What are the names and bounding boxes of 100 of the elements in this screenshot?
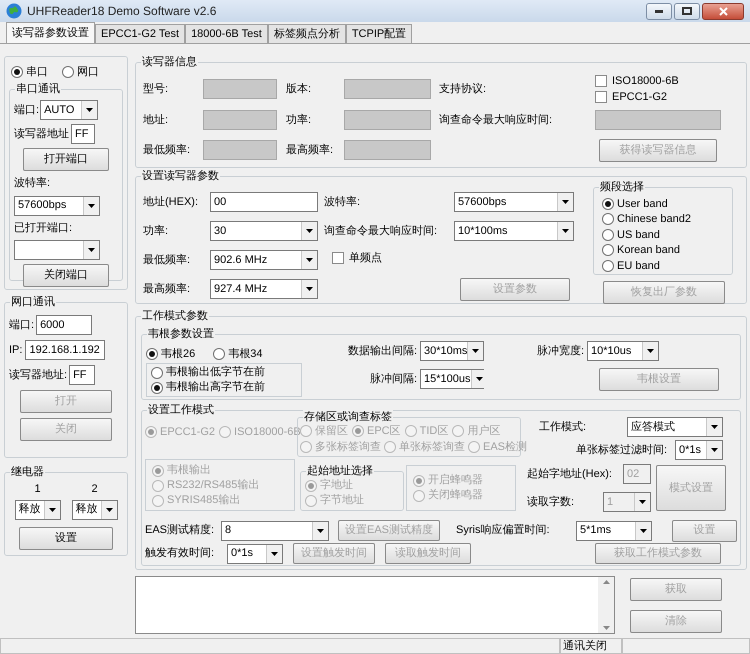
field-label: 读写器地址 (14, 126, 69, 142)
caret-icon (711, 425, 718, 429)
field-label: 1 (34, 482, 41, 497)
tab[interactable]: 18000-6B Test (185, 24, 268, 43)
field-label: 功率: (143, 224, 170, 239)
caret-icon (711, 448, 718, 452)
tab[interactable]: 读写器参数设置 (6, 22, 95, 43)
radio-option[interactable]: 韦根34 (213, 345, 262, 363)
dropdown-field[interactable]: AUTO (40, 100, 98, 120)
dropdown-field[interactable]: 902.6 MHz (210, 250, 318, 270)
field-label: 起始字地址(Hex): (527, 466, 613, 482)
input-field[interactable]: 6000 (36, 315, 92, 335)
close-icon (718, 6, 728, 16)
radio-option[interactable]: Korean band (602, 242, 732, 258)
dropdown-field[interactable]: 30*10ms (420, 341, 484, 361)
input-field[interactable]: 192.168.1.192 (25, 340, 106, 360)
caret-icon (640, 528, 647, 532)
field-label: 版本: (286, 82, 312, 97)
radio-option[interactable]: 韦根输出高字节在前 (151, 380, 301, 395)
group-title: 设置读写器参数 (141, 169, 220, 183)
dropdown-field[interactable]: 释放 (14, 500, 60, 520)
dropdown-field[interactable]: 30 (210, 221, 318, 241)
tab[interactable]: EPCC1-G2 Test (95, 24, 186, 43)
scroll-down-icon (602, 626, 610, 630)
group-title: 起始地址选择 (306, 464, 374, 478)
field-label: 工作模式: (538, 420, 588, 435)
field-label: 脉冲宽度: (536, 344, 584, 359)
field-label: 功率: (286, 112, 312, 128)
dropdown-field[interactable]: 15*100us (420, 369, 484, 389)
field-label: 地址(HEX): (143, 194, 199, 210)
minimize-icon (655, 10, 663, 12)
caret-icon (647, 349, 654, 353)
caret-icon (106, 508, 112, 512)
checkbox-option[interactable]: 单频点 (332, 250, 382, 267)
group-title: 频段选择 (599, 180, 645, 194)
dropdown-field[interactable]: 10*10us (587, 341, 659, 361)
dropdown-field[interactable]: 927.4 MHz (210, 279, 318, 299)
checkbox-option[interactable]: ISO18000-6B (595, 72, 679, 89)
log-textarea[interactable] (135, 576, 615, 634)
caret-icon (562, 229, 569, 233)
scroll-up-icon (602, 580, 610, 584)
radio-option[interactable]: EU band (602, 258, 732, 274)
group-title: 工作模式参数 (141, 309, 209, 323)
input-field[interactable]: FF (71, 124, 95, 144)
close-button[interactable] (702, 2, 744, 20)
caret-icon (48, 508, 56, 512)
checkbox-option[interactable]: EPCC1-G2 (595, 89, 679, 106)
radio-option[interactable]: US band (602, 227, 732, 242)
field-label: 最高频率: (143, 282, 192, 297)
group-title: 串口通讯 (15, 82, 61, 96)
radio-option[interactable]: 串口 (11, 65, 48, 79)
button[interactable]: 关闭端口 (23, 264, 109, 287)
radio-option[interactable]: 韦根输出低字节在前 (151, 365, 301, 380)
minimize-button[interactable] (646, 2, 672, 20)
button[interactable]: 打开端口 (23, 148, 109, 171)
field-label: 最低频率: (143, 142, 192, 158)
maximize-icon (682, 7, 692, 15)
field-label: 最高频率: (286, 142, 334, 158)
field-label: 波特率: (14, 176, 52, 191)
field-label: 已打开端口: (14, 220, 74, 236)
tab[interactable]: 标签频点分析 (268, 24, 346, 43)
caret-icon (271, 552, 278, 556)
caret-icon (472, 349, 480, 353)
group-title: 网口通讯 (10, 295, 56, 309)
radio-option[interactable]: Chinese band2 (602, 212, 732, 227)
caret-icon (639, 500, 646, 504)
field-label: 脉冲间隔: (368, 372, 417, 387)
caret-icon (476, 377, 482, 381)
status-text: 通讯关闭 (560, 638, 622, 654)
caret-icon (306, 258, 313, 262)
field-label: 波特率: (324, 194, 362, 210)
caret-icon (317, 528, 324, 532)
input-field[interactable]: FF (69, 365, 96, 385)
caret-icon (562, 200, 569, 204)
dropdown-field[interactable]: 57600bps (454, 192, 574, 212)
button[interactable]: 设置 (19, 526, 113, 550)
group-title: 韦根参数设置 (147, 327, 215, 341)
radio-option[interactable]: User band (602, 196, 732, 212)
field-label: 读取字数: (527, 494, 576, 510)
dropdown-field[interactable]: 释放 (72, 500, 118, 520)
group-title: 设置工作模式 (147, 403, 215, 417)
caret-icon (88, 248, 95, 252)
radio-option[interactable]: 网口 (62, 65, 99, 79)
tab[interactable]: TCPIP配置 (346, 24, 412, 43)
caret-icon (88, 204, 95, 208)
field-label: 端口: (14, 102, 40, 118)
input-field[interactable]: 00 (210, 192, 318, 212)
group-title: 存储区或询查标签 (303, 410, 393, 424)
scrollbar[interactable] (598, 577, 614, 633)
globe-icon (6, 3, 22, 19)
field-label: 单张标签过滤时间: (576, 442, 667, 458)
caret-icon (306, 287, 313, 291)
radio-option[interactable]: 韦根26 (146, 345, 196, 363)
field-label: IP: (9, 342, 22, 358)
dropdown-field[interactable] (14, 240, 100, 260)
field-label: 询查命令最大响应时间: (324, 224, 438, 239)
dropdown-field[interactable]: 57600bps (14, 196, 100, 216)
maximize-button[interactable] (674, 2, 700, 20)
field-label: 支持协议: (439, 82, 488, 97)
dropdown-field[interactable]: 10*100ms (454, 221, 574, 241)
